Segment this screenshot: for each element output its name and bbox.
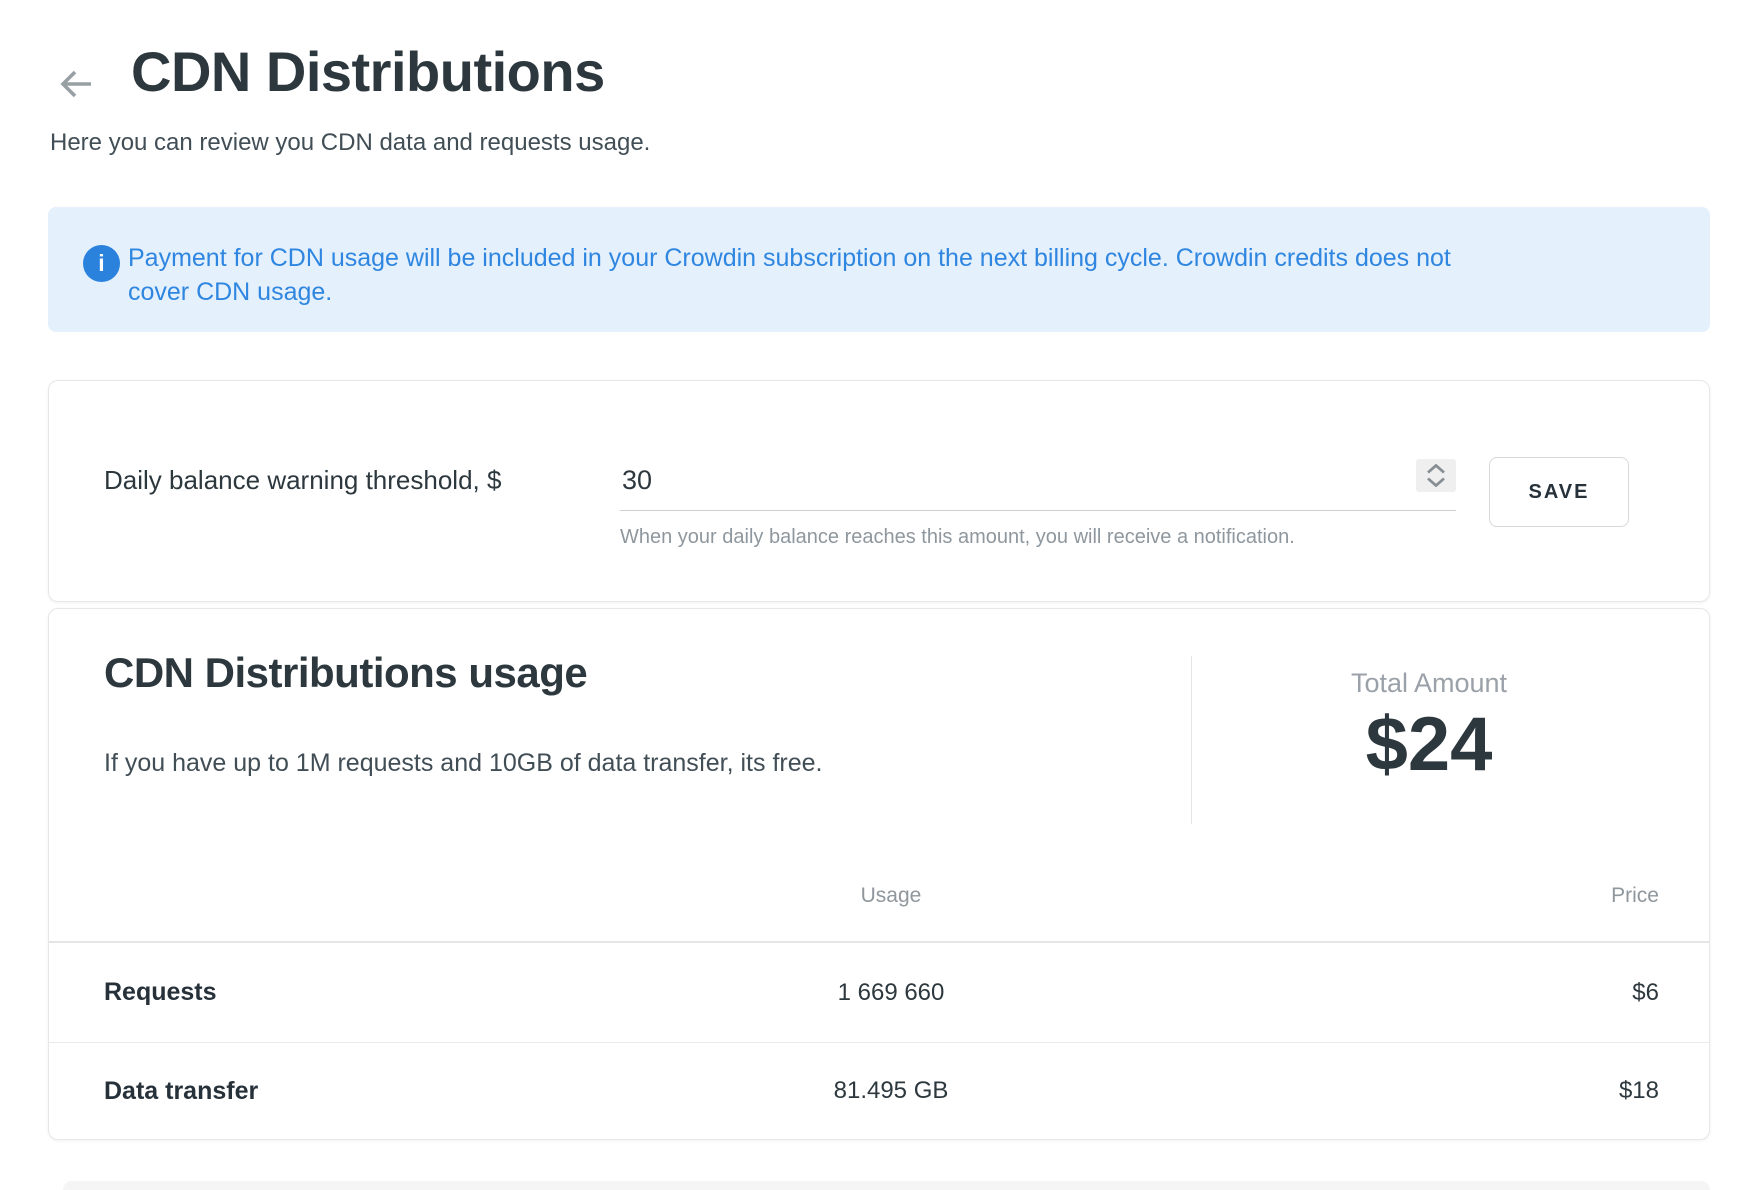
next-card-edge xyxy=(63,1181,1710,1190)
banner-text-line1: Payment for CDN usage will be included i… xyxy=(128,241,1451,275)
total-amount-value: $24 xyxy=(1191,703,1667,787)
table-row: Requests 1 669 660 $6 xyxy=(49,943,1709,1043)
banner-text: Payment for CDN usage will be included i… xyxy=(128,241,1451,309)
page-subtitle: Here you can review you CDN data and req… xyxy=(50,128,650,158)
threshold-input-area xyxy=(620,463,1456,511)
column-header-price: Price xyxy=(1191,884,1659,908)
stepper-up-button[interactable] xyxy=(1424,464,1448,475)
stepper-down-button[interactable] xyxy=(1424,477,1448,488)
info-icon: i xyxy=(83,245,120,282)
row-usage: 1 669 660 xyxy=(591,979,1191,1007)
chevron-down-icon xyxy=(1425,477,1447,487)
usage-card-title: CDN Distributions usage xyxy=(104,649,587,697)
page-title: CDN Distributions xyxy=(131,40,605,104)
save-button[interactable]: SAVE xyxy=(1489,457,1629,527)
table-header: Usage Price xyxy=(49,851,1709,943)
chevron-up-icon xyxy=(1425,464,1447,474)
column-header-usage: Usage xyxy=(591,884,1191,908)
info-banner: i Payment for CDN usage will be included… xyxy=(48,207,1710,332)
total-amount-label: Total Amount xyxy=(1191,668,1667,699)
arrow-left-icon xyxy=(56,64,96,104)
threshold-label: Daily balance warning threshold, $ xyxy=(104,465,501,495)
usage-card: CDN Distributions usage If you have up t… xyxy=(48,608,1710,1140)
threshold-input[interactable] xyxy=(620,463,1456,511)
row-name: Data transfer xyxy=(104,1077,591,1106)
usage-table: Usage Price Requests 1 669 660 $6 Data t… xyxy=(49,851,1709,1139)
row-price: $6 xyxy=(1191,979,1659,1007)
cdn-distributions-page: CDN Distributions Here you can review yo… xyxy=(0,0,1756,1190)
row-price: $18 xyxy=(1191,1077,1659,1105)
total-amount-block: Total Amount $24 xyxy=(1191,653,1667,787)
usage-card-description: If you have up to 1M requests and 10GB o… xyxy=(104,748,822,778)
banner-text-line2: cover CDN usage. xyxy=(128,275,1451,309)
number-stepper[interactable] xyxy=(1416,459,1456,492)
threshold-helper-text: When your daily balance reaches this amo… xyxy=(620,525,1295,549)
back-button[interactable] xyxy=(52,60,100,108)
row-name: Requests xyxy=(104,978,591,1007)
row-usage: 81.495 GB xyxy=(591,1077,1191,1105)
threshold-card: Daily balance warning threshold, $ xyxy=(48,380,1710,602)
table-row: Data transfer 81.495 GB $18 xyxy=(49,1043,1709,1139)
